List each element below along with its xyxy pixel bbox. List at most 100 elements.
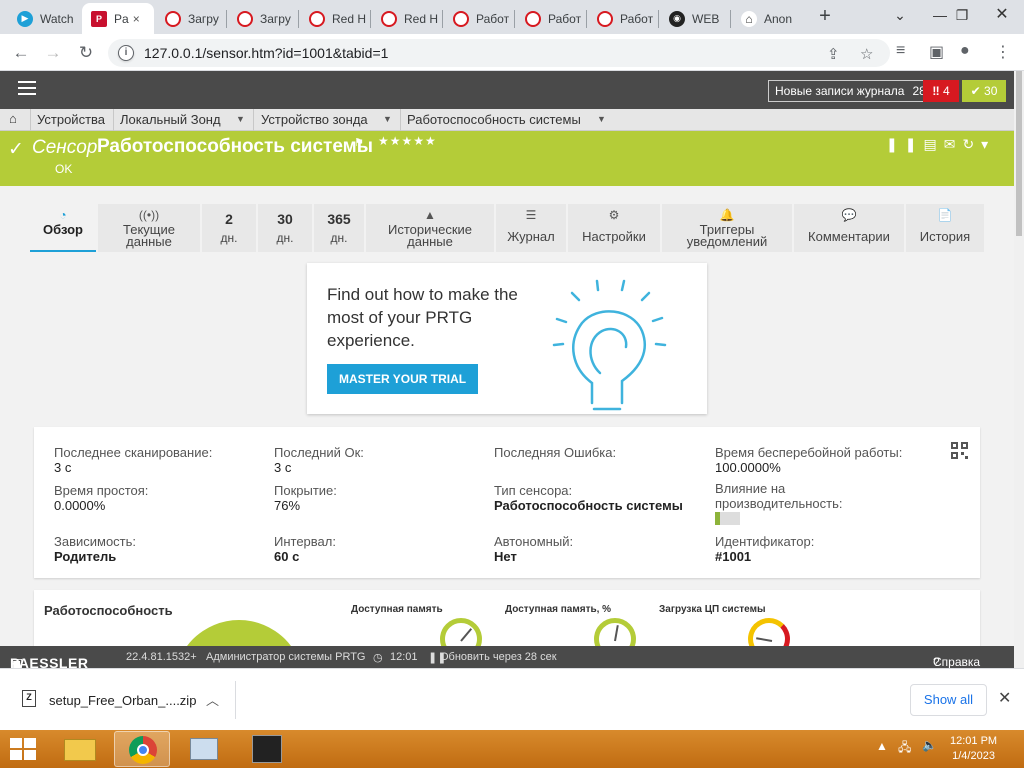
prtg-gauge-icon bbox=[309, 10, 325, 27]
signal-icon: ((•)) bbox=[138, 208, 160, 222]
hamburger-menu-icon[interactable] bbox=[18, 81, 36, 95]
sensor-header: ✓ Сенсор Работоспособность системы ⚑ ★★★… bbox=[0, 131, 1014, 186]
reading-list-icon[interactable]: ≡ bbox=[896, 42, 905, 60]
user-name[interactable]: Администратор системы PRTG bbox=[206, 651, 365, 663]
sensor-kind: Сенсор bbox=[32, 137, 98, 158]
info-standalone: Автономный: Нет bbox=[494, 534, 574, 564]
tab-notification-triggers[interactable]: 🔔 Триггеры уведомлений bbox=[662, 204, 792, 252]
prtg-gauge-icon bbox=[453, 10, 469, 27]
gauge-icon: ◔ bbox=[59, 208, 67, 222]
browser-tab[interactable]: Работ bbox=[516, 3, 586, 34]
impact-level-bar bbox=[735, 512, 740, 525]
pause-icon[interactable]: ❚❚ bbox=[886, 136, 923, 152]
browser-tab[interactable]: Red H bbox=[300, 3, 370, 34]
breadcrumb-item[interactable]: Локальный Зонд bbox=[120, 112, 221, 127]
prtg-gauge-icon bbox=[597, 10, 613, 27]
chevron-down-icon[interactable]: ▼ bbox=[383, 114, 392, 124]
file-explorer-icon[interactable] bbox=[52, 731, 108, 767]
breadcrumb-item[interactable]: Устройства bbox=[37, 112, 105, 127]
close-tab-icon[interactable]: × bbox=[133, 12, 140, 26]
info-last-error: Последняя Ошибка: bbox=[494, 445, 617, 460]
address-bar[interactable]: i 127.0.0.1/sensor.htm?id=1001&tabid=1 ⇪… bbox=[108, 39, 890, 67]
email-icon[interactable]: ✉ bbox=[944, 136, 963, 152]
close-window-icon[interactable]: ✕ bbox=[982, 0, 1022, 32]
url-text[interactable]: 127.0.0.1/sensor.htm?id=1001&tabid=1 bbox=[144, 45, 388, 61]
page-scrollbar[interactable] bbox=[1014, 71, 1024, 668]
tab-comments[interactable]: 💬 Комментарии bbox=[794, 204, 904, 252]
tab-overview[interactable]: ◔ Обзор bbox=[30, 204, 96, 252]
breadcrumb-item[interactable]: Работоспособность системы bbox=[407, 112, 581, 127]
new-log-entries-button[interactable]: Новые записи журнала 28 bbox=[768, 80, 933, 102]
gear-icon: ⚙ bbox=[608, 208, 620, 222]
volume-icon[interactable]: 🔈 bbox=[922, 738, 937, 752]
chevron-down-icon[interactable]: ▼ bbox=[236, 114, 245, 124]
tab-search-chevron-icon[interactable]: ⌄ bbox=[880, 0, 920, 32]
breadcrumb-item[interactable]: Устройство зонда bbox=[261, 112, 368, 127]
promo-text: Find out how to make the most of your PR… bbox=[327, 285, 518, 350]
status-ok-check-icon: ✓ bbox=[8, 139, 24, 160]
anon-icon: ⌂ bbox=[741, 10, 757, 27]
browser-tab[interactable]: ⌂ Anon bbox=[732, 3, 802, 34]
profile-avatar-icon[interactable]: ● bbox=[960, 42, 970, 60]
network-icon[interactable]: 🖧 bbox=[898, 738, 911, 759]
restore-window-icon[interactable]: ❐ bbox=[942, 0, 982, 32]
sensor-info-panel: Последнее сканирование: 3 с Последний Ок:… bbox=[34, 427, 980, 578]
info-uptime: Время бесперебойной работы: 100.0000% bbox=[715, 445, 903, 475]
tab-30-days[interactable]: 30 дн. bbox=[258, 204, 312, 252]
chevron-up-icon[interactable]: ︿ bbox=[206, 690, 219, 709]
priority-stars[interactable]: ★★★★★ bbox=[378, 134, 437, 148]
reload-icon[interactable]: ↻ bbox=[73, 40, 99, 66]
bookmark-star-icon[interactable]: ☆ bbox=[860, 45, 873, 63]
browser-tab[interactable]: ▶ Watch bbox=[8, 3, 78, 34]
tab-historic-data[interactable]: ▲ Исторические данные bbox=[366, 204, 494, 252]
show-all-downloads-button[interactable]: Show all bbox=[910, 684, 987, 716]
share-icon[interactable]: ⇪ bbox=[827, 45, 840, 63]
forward-arrow-icon[interactable]: → bbox=[40, 40, 66, 66]
monitor-app-icon[interactable] bbox=[176, 731, 232, 767]
alarms-badge[interactable]: ‼ 4 bbox=[923, 80, 959, 102]
chevron-down-icon[interactable]: ▼ bbox=[597, 114, 606, 124]
tab-live-data[interactable]: ((•)) Текущие данные bbox=[98, 204, 200, 252]
flag-icon[interactable]: ⚑ bbox=[354, 136, 364, 149]
report-icon[interactable]: ▤ bbox=[923, 136, 943, 152]
taskbar-clock[interactable]: 12:01 PM 1/4/2023 bbox=[950, 734, 997, 764]
home-icon[interactable]: ⌂ bbox=[9, 111, 17, 126]
tab-history[interactable]: 📄 История bbox=[906, 204, 984, 252]
performance-impact-bar bbox=[715, 512, 741, 525]
ok-sensors-badge[interactable]: ✔ 30 bbox=[962, 80, 1006, 102]
prtg-gauge-icon bbox=[165, 10, 181, 27]
info-downtime: Время простоя: 0.0000% bbox=[54, 483, 149, 513]
browser-tab[interactable]: ◉ WEB bbox=[660, 3, 730, 34]
tab-settings[interactable]: ⚙ Настройки bbox=[568, 204, 660, 252]
available-memory-percent-gauge[interactable] bbox=[594, 618, 636, 646]
browser-menu-icon[interactable]: ⋮ bbox=[995, 42, 1011, 62]
tab-log[interactable]: ☰ Журнал bbox=[496, 204, 566, 252]
browser-tab[interactable]: Работ bbox=[444, 3, 514, 34]
available-memory-gauge[interactable] bbox=[440, 618, 482, 646]
zip-file-icon: Z bbox=[22, 690, 36, 707]
side-panel-icon[interactable]: ▣ bbox=[929, 42, 944, 62]
download-item[interactable]: Z setup_Free_Orban_....zip ︿ bbox=[10, 681, 236, 719]
browser-tab[interactable]: Загру bbox=[228, 3, 298, 34]
chrome-taskbar-icon[interactable] bbox=[114, 731, 170, 767]
browser-tab[interactable]: Red H bbox=[372, 3, 442, 34]
sensor-name[interactable]: Работоспособность системы bbox=[97, 136, 373, 158]
tray-expand-icon[interactable]: ▲ bbox=[876, 739, 888, 753]
back-arrow-icon[interactable]: ← bbox=[8, 40, 34, 66]
windows-start-icon[interactable] bbox=[10, 738, 38, 762]
browser-tab[interactable]: Загру bbox=[156, 3, 226, 34]
tab-2-days[interactable]: 2 дн. bbox=[202, 204, 256, 252]
new-tab-button[interactable]: + bbox=[813, 5, 837, 29]
prtg-app-icon[interactable] bbox=[238, 731, 294, 767]
master-trial-button[interactable]: MASTER YOUR TRIAL bbox=[327, 364, 479, 394]
browser-tab-active[interactable]: P Pa × bbox=[82, 3, 154, 34]
site-info-icon[interactable]: i bbox=[118, 45, 134, 61]
info-sensor-type: Тип сенсора: Работоспособность системы bbox=[494, 483, 683, 513]
refresh-countdown[interactable]: Обновить через 28 сек bbox=[440, 651, 557, 663]
qr-code-icon[interactable] bbox=[951, 442, 968, 459]
tab-365-days[interactable]: 365 дн. bbox=[314, 204, 364, 252]
refresh-menu-icon[interactable]: ↻▾ bbox=[962, 136, 995, 152]
cpu-load-gauge[interactable] bbox=[748, 618, 790, 646]
close-download-bar-icon[interactable]: ✕ bbox=[998, 688, 1011, 708]
browser-tab[interactable]: Работ bbox=[588, 3, 658, 34]
